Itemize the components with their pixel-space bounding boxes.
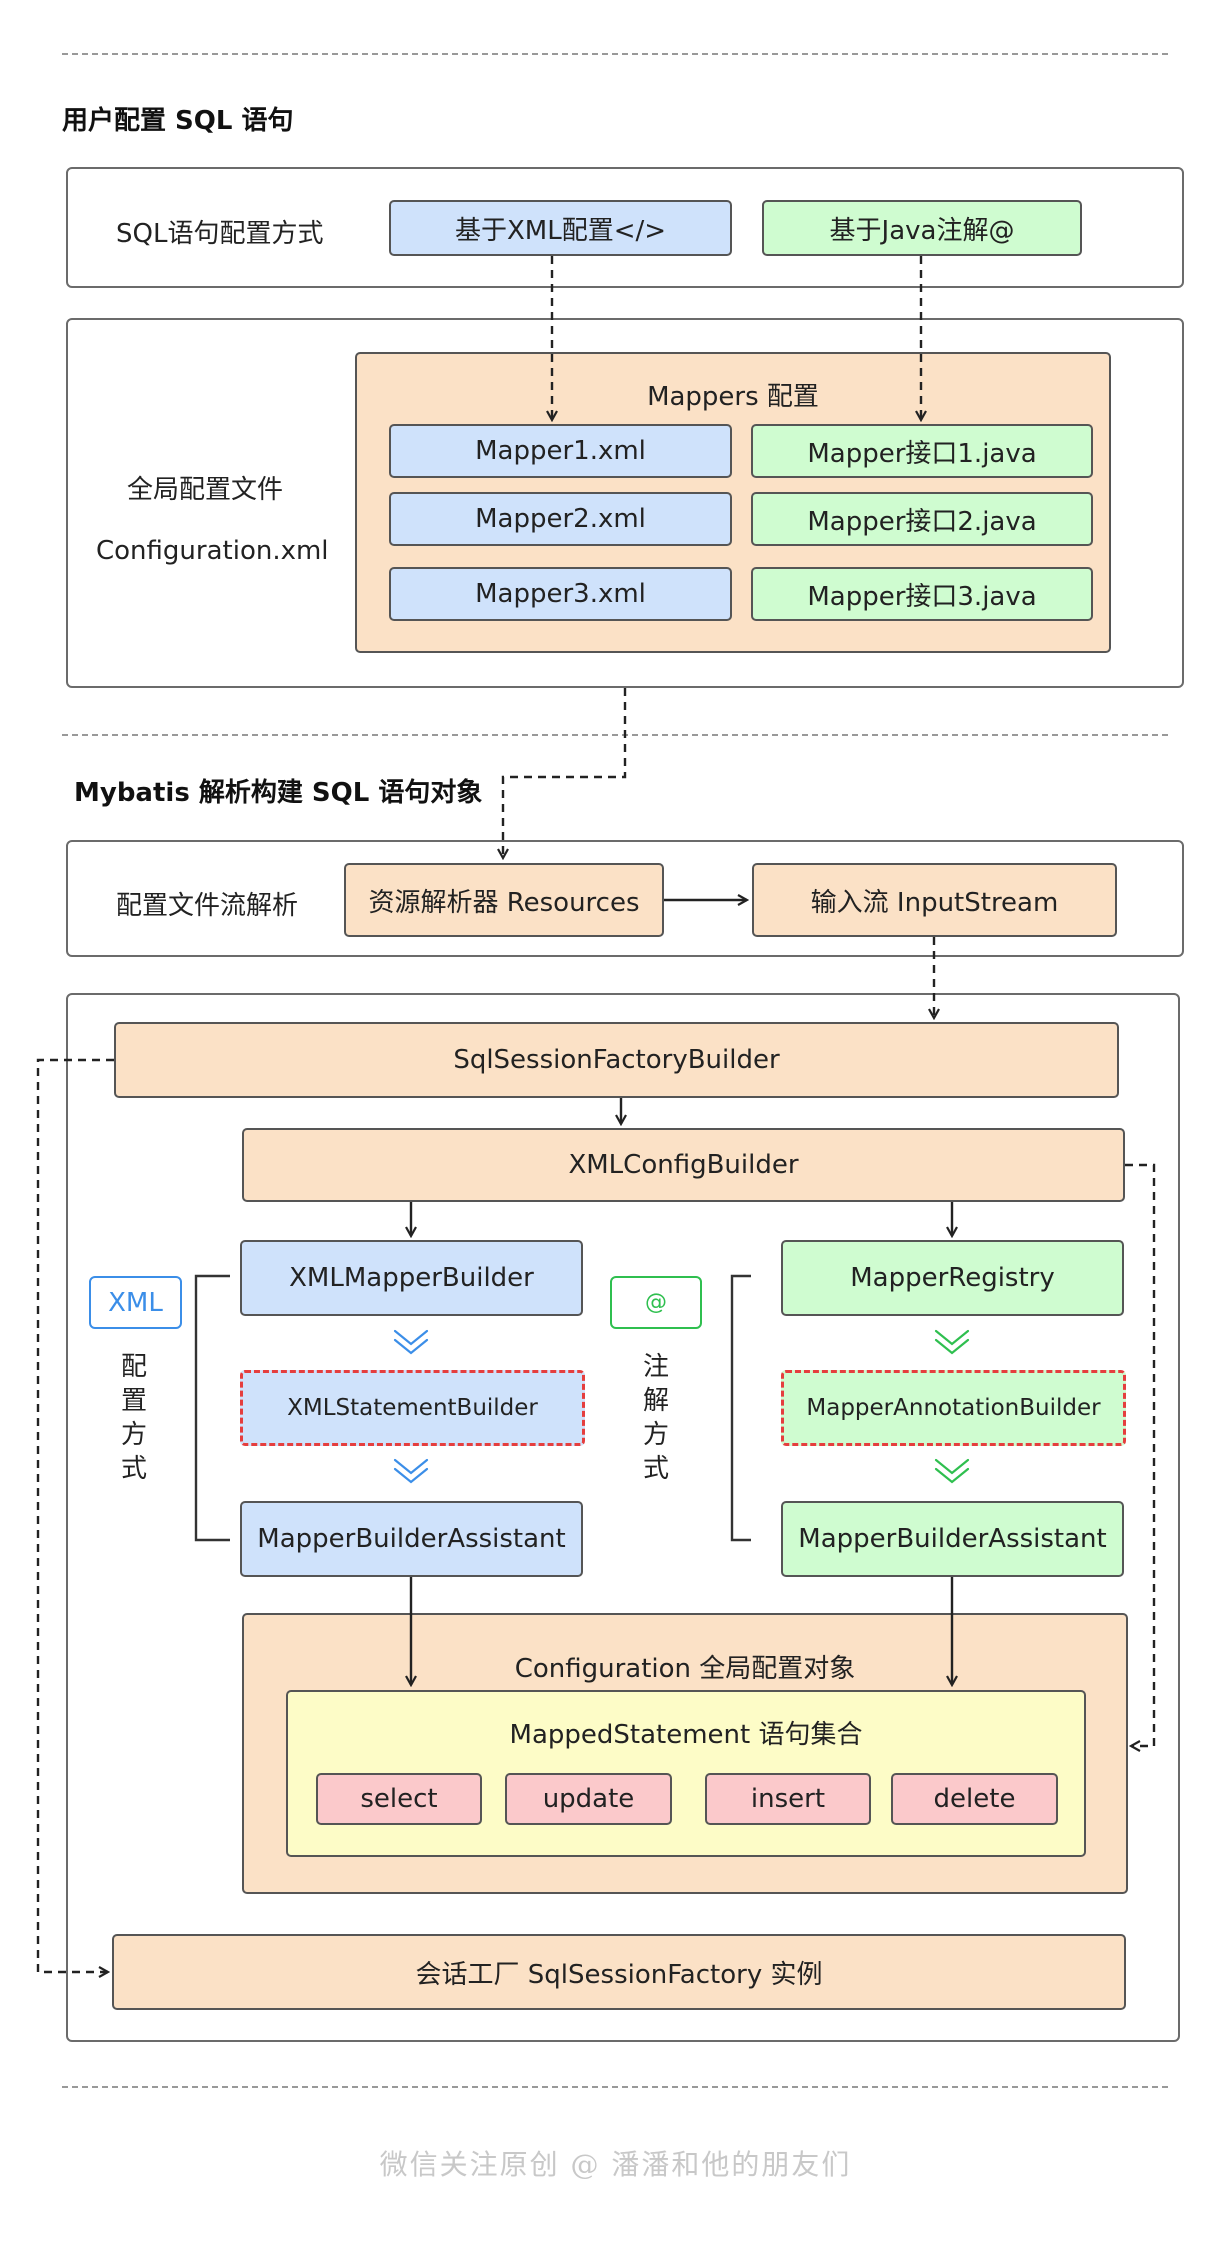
sql-config-label: SQL语句配置方式 [116,219,324,249]
anno-side-char-4: 式 [642,1454,669,1484]
xml-side-char-2: 置 [120,1386,147,1416]
mapperregistry-box: MapperRegistry [781,1240,1124,1316]
mappedstatement-title: MappedStatement 语句集合 [509,1720,863,1750]
statement-select: select [316,1773,482,1825]
top-separator [62,53,1168,55]
global-config-label-1: 全局配置文件 [127,475,284,505]
xmlmapperbuilder-box: XMLMapperBuilder [240,1240,583,1316]
mapper-java-1: Mapper接口1.java [751,424,1093,478]
mapper-java-2: Mapper接口2.java [751,492,1093,546]
xml-config-box: 基于XML配置</> [389,200,732,256]
statement-insert: insert [705,1773,871,1825]
sqlsessionfactory-box: 会话工厂 SqlSessionFactory 实例 [112,1934,1126,2010]
annotation-tag-label: @ [645,1290,667,1315]
xml-side-char-3: 方 [120,1420,147,1450]
xmlstatementbuilder-box: XMLStatementBuilder [240,1370,585,1446]
annotation-side-label: 注 解 方 式 [636,1350,676,1486]
mapper-java-3: Mapper接口3.java [751,567,1093,621]
inputstream-box: 输入流 InputStream [752,863,1117,937]
anno-side-char-2: 解 [642,1386,669,1416]
statement-update: update [505,1773,672,1825]
xml-side-char-4: 式 [120,1454,147,1484]
sqlsessionfactorybuilder-box: SqlSessionFactoryBuilder [114,1022,1119,1098]
mapperbuilderassistant-right-box: MapperBuilderAssistant [781,1501,1124,1577]
mapper-xml-1: Mapper1.xml [389,424,732,478]
annotation-tag: @ [610,1276,702,1329]
section2-title: Mybatis 解析构建 SQL 语句对象 [74,778,483,808]
xml-tag: XML [89,1276,182,1329]
xml-tag-label: XML [108,1287,163,1318]
section1-title: 用户配置 SQL 语句 [62,106,294,136]
xml-side-label: 配 置 方 式 [114,1350,154,1486]
global-config-label-2: Configuration.xml [96,536,329,566]
stream-row-label: 配置文件流解析 [116,891,299,921]
bottom-separator [62,2086,1168,2088]
middle-separator [62,734,1168,736]
mapper-xml-3: Mapper3.xml [389,567,732,621]
mapperannotationbuilder-box: MapperAnnotationBuilder [781,1370,1126,1446]
anno-side-char-3: 方 [642,1420,669,1450]
mapperbuilderassistant-left-box: MapperBuilderAssistant [240,1501,583,1577]
footer-watermark: 微信关注原创 @ 潘潘和他的朋友们 [379,2148,852,2181]
anno-side-char-1: 注 [642,1352,669,1382]
mapper-xml-2: Mapper2.xml [389,492,732,546]
java-annotation-box: 基于Java注解@ [762,200,1082,256]
xml-side-char-1: 配 [120,1352,147,1382]
resources-box: 资源解析器 Resources [344,863,664,937]
arrow-config-to-resources [503,688,627,858]
configuration-title: Configuration 全局配置对象 [514,1654,856,1684]
statement-delete: delete [891,1773,1058,1825]
mappers-title: Mappers 配置 [647,382,819,412]
xmlconfigbuilder-box: XMLConfigBuilder [242,1128,1125,1202]
